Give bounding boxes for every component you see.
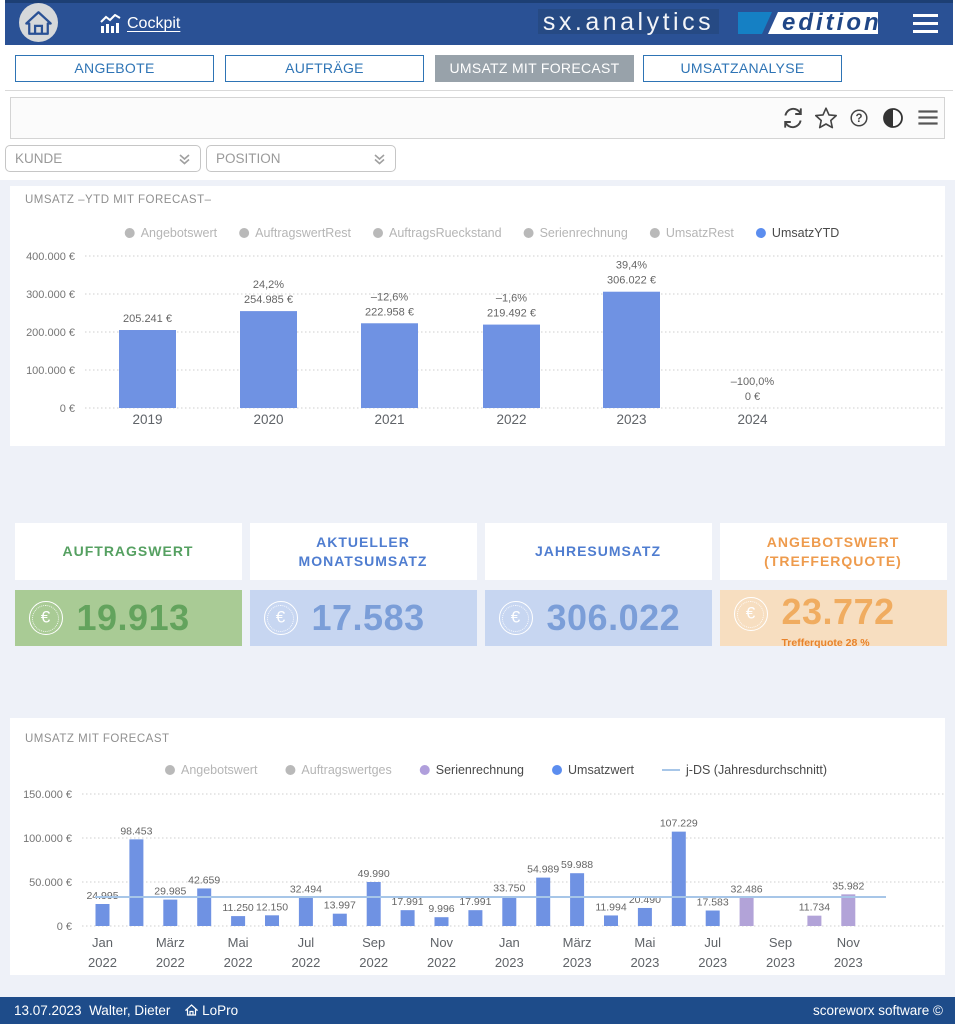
svg-text:Jul: Jul: [298, 935, 315, 950]
svg-text:Angebotswert: Angebotswert: [181, 763, 258, 777]
svg-text:100.000 €: 100.000 €: [23, 833, 72, 845]
svg-text:33.750: 33.750: [493, 882, 525, 894]
svg-text:2023: 2023: [766, 955, 795, 970]
svg-text:11.734: 11.734: [799, 902, 830, 914]
svg-text:0 €: 0 €: [745, 391, 760, 403]
svg-text:2023: 2023: [495, 955, 524, 970]
svg-text:–100,0%: –100,0%: [731, 376, 775, 388]
svg-text:Jan: Jan: [92, 935, 113, 950]
svg-text:400.000 €: 400.000 €: [26, 251, 75, 263]
svg-text:j-DS (Jahresdurchschnitt): j-DS (Jahresdurchschnitt): [685, 763, 827, 777]
svg-text:Mai: Mai: [634, 935, 655, 950]
svg-text:35.982: 35.982: [832, 880, 864, 892]
svg-text:2023: 2023: [834, 955, 863, 970]
svg-text:2023: 2023: [563, 955, 592, 970]
svg-text:Mai: Mai: [228, 935, 249, 950]
svg-text:300.000 €: 300.000 €: [26, 289, 75, 301]
svg-text:39,4%: 39,4%: [616, 260, 647, 272]
svg-text:UMSATZ –YTD MIT FORECAST–: UMSATZ –YTD MIT FORECAST–: [25, 194, 212, 206]
svg-text:2023: 2023: [630, 955, 659, 970]
svg-text:2022: 2022: [224, 955, 253, 970]
svg-text:2022: 2022: [88, 955, 117, 970]
svg-text:24,2%: 24,2%: [253, 279, 284, 291]
svg-text:AuftragsRueckstand: AuftragsRueckstand: [389, 226, 502, 240]
svg-text:UmsatzRest: UmsatzRest: [666, 226, 735, 240]
svg-text:9.996: 9.996: [428, 903, 454, 915]
svg-text:?: ?: [855, 113, 862, 125]
svg-text:Angebotswert: Angebotswert: [141, 226, 218, 240]
svg-text:Nov: Nov: [430, 935, 454, 950]
svg-text:UMSATZ MIT FORECAST: UMSATZ MIT FORECAST: [25, 733, 170, 745]
svg-text:20.490: 20.490: [629, 894, 661, 906]
svg-text:219.492 €: 219.492 €: [487, 308, 536, 320]
svg-text:29.985: 29.985: [154, 886, 186, 898]
svg-text:32.494: 32.494: [290, 883, 322, 895]
svg-text:107.229: 107.229: [660, 818, 698, 830]
svg-text:2020: 2020: [253, 412, 283, 427]
svg-text:306.022 €: 306.022 €: [607, 275, 656, 287]
svg-text:–1,6%: –1,6%: [496, 293, 527, 305]
svg-text:42.659: 42.659: [188, 874, 220, 886]
svg-text:–12,6%: –12,6%: [371, 291, 409, 303]
svg-text:100.000 €: 100.000 €: [26, 365, 75, 377]
svg-text:Serienrechnung: Serienrechnung: [436, 763, 524, 777]
svg-text:50.000 €: 50.000 €: [29, 877, 72, 889]
svg-text:222.958 €: 222.958 €: [365, 306, 414, 318]
svg-text:Umsatzwert: Umsatzwert: [568, 763, 635, 777]
svg-text:17.583: 17.583: [697, 897, 729, 909]
svg-text:32.486: 32.486: [731, 883, 763, 895]
svg-text:11.250: 11.250: [222, 902, 253, 914]
svg-text:Jan: Jan: [499, 935, 520, 950]
svg-text:Sep: Sep: [362, 935, 385, 950]
svg-text:254.985 €: 254.985 €: [244, 294, 293, 306]
svg-text:Nov: Nov: [837, 935, 861, 950]
svg-text:2023: 2023: [616, 412, 646, 427]
svg-text:98.453: 98.453: [120, 825, 152, 837]
svg-text:0 €: 0 €: [60, 403, 75, 415]
svg-text:März: März: [563, 935, 592, 950]
svg-text:49.990: 49.990: [358, 868, 390, 880]
svg-text:AuftragswertRest: AuftragswertRest: [255, 226, 351, 240]
svg-text:59.988: 59.988: [561, 859, 593, 871]
svg-text:Serienrechnung: Serienrechnung: [540, 226, 628, 240]
svg-text:2021: 2021: [374, 412, 404, 427]
svg-text:2022: 2022: [359, 955, 388, 970]
svg-text:150.000 €: 150.000 €: [23, 789, 72, 801]
svg-text:Jul: Jul: [704, 935, 721, 950]
svg-text:Auftragswertges: Auftragswertges: [301, 763, 391, 777]
svg-text:205.241 €: 205.241 €: [123, 313, 172, 325]
svg-text:UmsatzYTD: UmsatzYTD: [772, 226, 839, 240]
svg-text:2022: 2022: [427, 955, 456, 970]
svg-text:13.997: 13.997: [324, 900, 356, 912]
svg-text:Sep: Sep: [769, 935, 792, 950]
svg-text:0 €: 0 €: [57, 921, 72, 933]
svg-text:2022: 2022: [496, 412, 526, 427]
svg-text:200.000 €: 200.000 €: [26, 327, 75, 339]
svg-text:12.150: 12.150: [256, 901, 288, 913]
svg-text:März: März: [156, 935, 185, 950]
svg-text:11.994: 11.994: [595, 901, 626, 913]
svg-text:2022: 2022: [156, 955, 185, 970]
svg-text:2019: 2019: [132, 412, 162, 427]
svg-text:54.989: 54.989: [527, 864, 559, 876]
svg-text:2023: 2023: [698, 955, 727, 970]
svg-text:2024: 2024: [737, 412, 768, 427]
svg-text:edition: edition: [782, 12, 882, 34]
svg-text:2022: 2022: [291, 955, 320, 970]
